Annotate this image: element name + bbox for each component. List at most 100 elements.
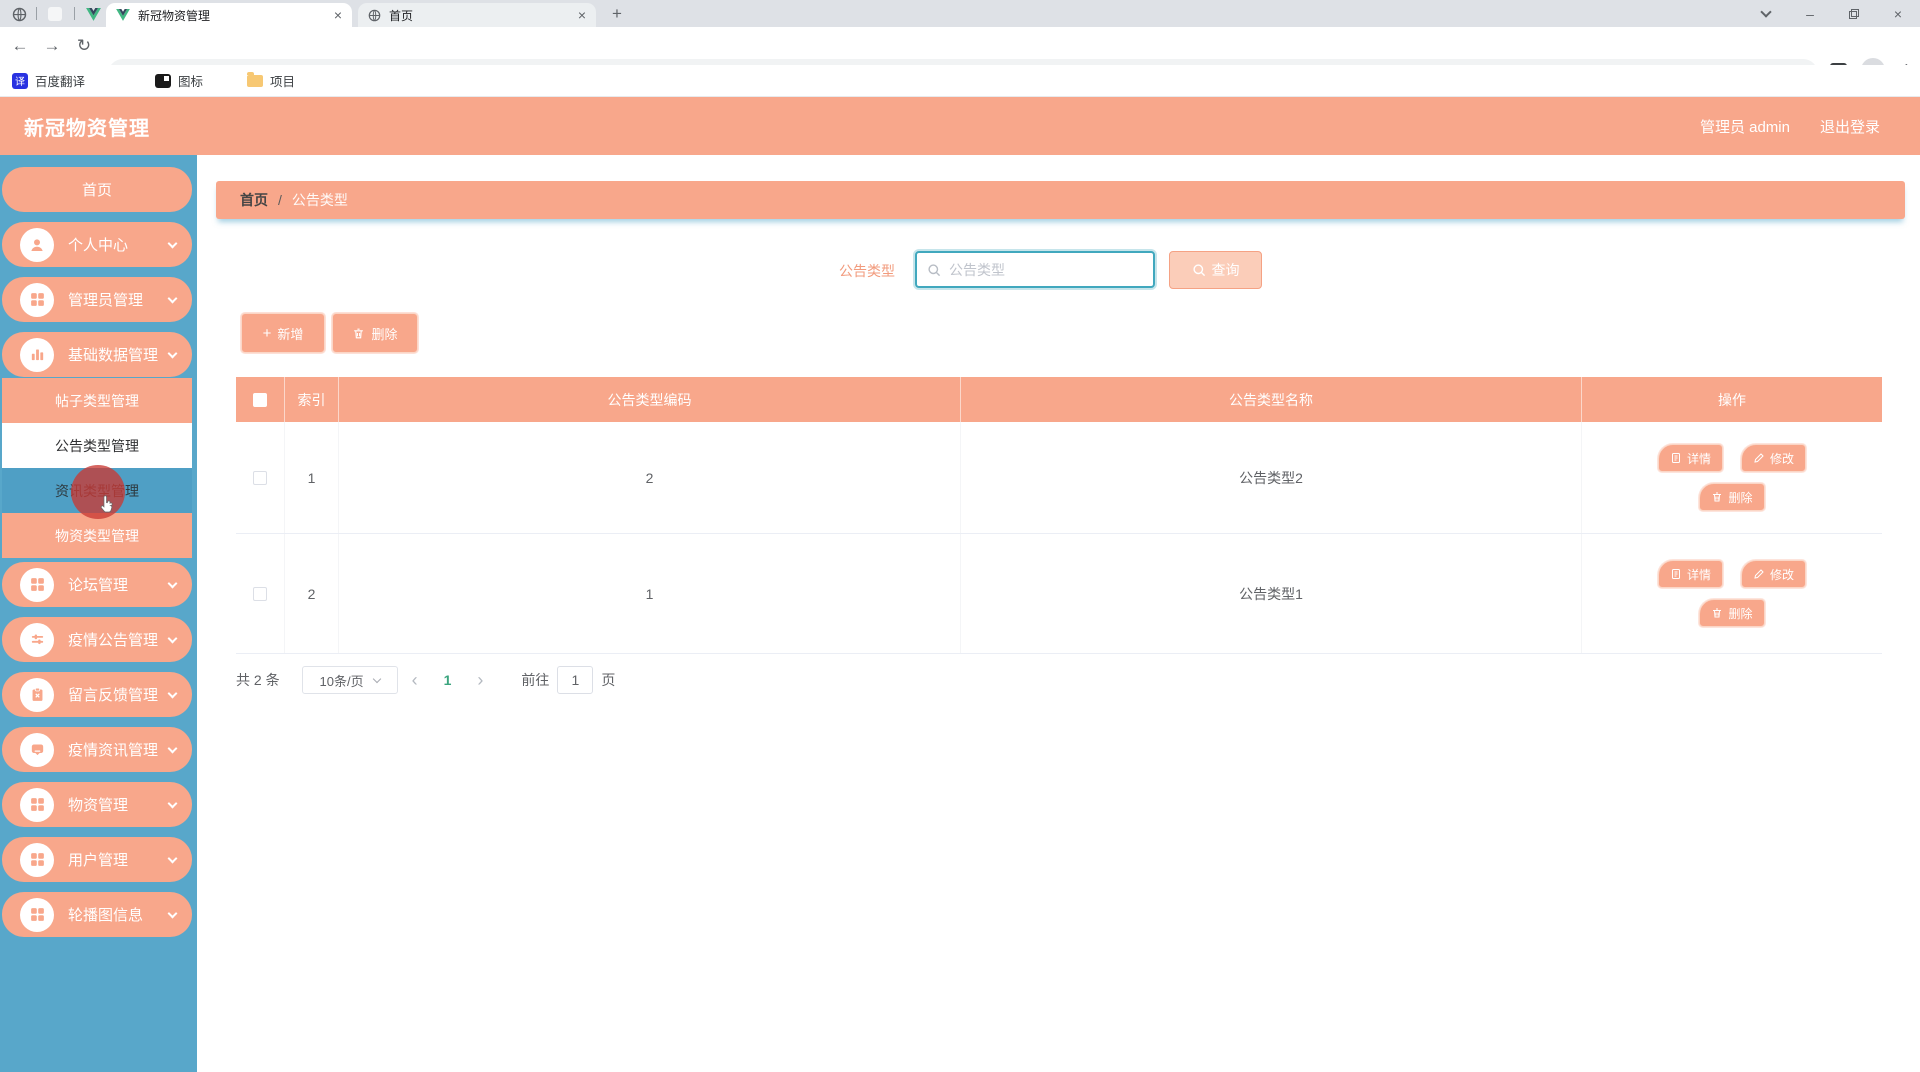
cell-index: 1 xyxy=(285,422,339,533)
logout-button[interactable]: 退出登录 xyxy=(1820,116,1880,137)
app-header: 新冠物资管理 管理员 admin 退出登录 xyxy=(0,97,1920,155)
prev-page-button[interactable]: ‹ xyxy=(398,670,432,691)
new-tab-button[interactable]: + xyxy=(612,4,622,24)
window-close-button[interactable]: × xyxy=(1876,0,1920,27)
row-delete-button[interactable]: 删除 xyxy=(1699,599,1765,627)
restore-icon xyxy=(1849,8,1859,19)
submenu-item-material-type[interactable]: 物资类型管理 xyxy=(2,513,192,558)
search-input-wrapper xyxy=(915,251,1155,288)
query-button[interactable]: 查询 xyxy=(1169,251,1262,289)
table-row: 2 1 公告类型1 详情 修改 删除 xyxy=(236,534,1882,654)
browser-tab-active[interactable]: 新冠物资管理 × xyxy=(106,3,352,27)
app-title: 新冠物资管理 xyxy=(24,117,150,140)
current-page[interactable]: 1 xyxy=(432,672,464,688)
page-unit-label: 页 xyxy=(601,672,616,688)
goto-page-input[interactable] xyxy=(557,666,594,694)
row-delete-button[interactable]: 删除 xyxy=(1699,483,1765,511)
chevron-down-icon xyxy=(167,798,178,808)
pagination: 共 2 条 10条/页 ‹ 1 › 前往 页 xyxy=(236,662,615,698)
search-icon xyxy=(1192,264,1205,277)
forward-button[interactable]: → xyxy=(40,34,64,58)
chevron-down-icon xyxy=(167,293,178,303)
chevron-down-icon xyxy=(167,238,178,248)
window-restore-button[interactable] xyxy=(1832,0,1876,27)
sidebar-item-user-management[interactable]: 用户管理 xyxy=(2,837,192,882)
chevron-down-icon xyxy=(372,674,381,683)
search-icon xyxy=(927,263,941,277)
globe-icon xyxy=(12,7,26,21)
table-row: 1 2 公告类型2 详情 修改 删除 xyxy=(236,422,1882,534)
next-page-button[interactable]: › xyxy=(463,670,497,691)
reload-button[interactable]: ↻ xyxy=(72,34,96,58)
back-button[interactable]: ← xyxy=(8,34,32,58)
bookmarks-bar: 译 百度翻译 图标 项目 xyxy=(0,65,1920,97)
logged-in-user: 管理员 admin xyxy=(1699,118,1790,136)
row-checkbox[interactable] xyxy=(253,586,267,601)
search-field-label: 公告类型 xyxy=(839,263,895,279)
bookmark-baidu-translate[interactable]: 译 百度翻译 xyxy=(12,71,85,90)
cell-name: 公告类型2 xyxy=(961,422,1582,533)
chevron-down-icon xyxy=(167,578,178,588)
search-input[interactable] xyxy=(949,261,1153,278)
cell-index: 2 xyxy=(285,534,339,653)
submenu-item-notice-type-active[interactable]: 公告类型管理 xyxy=(2,423,192,468)
add-button[interactable]: + 新增 xyxy=(241,313,325,353)
header-operations: 操作 xyxy=(1718,391,1746,408)
chevron-down-icon xyxy=(167,688,178,698)
select-all-checkbox[interactable] xyxy=(253,392,267,407)
user-icon xyxy=(20,227,54,262)
detail-button[interactable]: 详情 xyxy=(1657,444,1723,472)
breadcrumb: 首页 / 公告类型 xyxy=(216,181,1905,219)
tab-title: 首页 xyxy=(389,8,414,23)
window-minimize-button[interactable]: – xyxy=(1788,0,1832,27)
cell-code: 2 xyxy=(339,422,961,533)
chevron-down-icon xyxy=(167,633,178,643)
sidebar-item-carousel-info[interactable]: 轮播图信息 xyxy=(2,892,192,937)
hand-cursor-icon xyxy=(100,495,113,513)
trash-icon xyxy=(1713,492,1722,502)
pinned-tab-blank[interactable] xyxy=(46,5,64,23)
browser-tab-strip: 新冠物资管理 × 首页 × + – × xyxy=(0,0,1920,27)
chevron-down-icon xyxy=(167,853,178,863)
bookmark-project-folder[interactable]: 项目 xyxy=(247,71,295,90)
sidebar-item-material-management[interactable]: 物资管理 xyxy=(2,782,192,827)
submenu-item-post-type[interactable]: 帖子类型管理 xyxy=(2,378,192,423)
tab-close-icon[interactable]: × xyxy=(334,8,342,22)
vue-icon xyxy=(116,9,130,21)
bookmark-icons[interactable]: 图标 xyxy=(155,71,203,90)
grid-icon xyxy=(20,282,54,317)
sidebar-item-home[interactable]: 首页 xyxy=(2,167,192,212)
tab-close-icon[interactable]: × xyxy=(578,8,586,22)
pinned-tab-vue[interactable] xyxy=(84,5,102,23)
trash-icon xyxy=(354,328,364,338)
window-menu-chevron[interactable] xyxy=(1744,0,1788,27)
edit-button[interactable]: 修改 xyxy=(1741,560,1807,588)
tab-divider xyxy=(74,7,75,20)
goto-label: 前往 xyxy=(521,672,550,688)
translate-icon: 译 xyxy=(12,72,28,89)
sidebar-item-admin-management[interactable]: 管理员管理 xyxy=(2,277,192,322)
sidebar-item-epidemic-notice-management[interactable]: 疫情公告管理 xyxy=(2,617,192,662)
breadcrumb-separator: / xyxy=(278,192,282,208)
chevron-down-icon xyxy=(1760,5,1772,18)
pinned-tab-globe[interactable] xyxy=(10,5,28,23)
sidebar-item-feedback-management[interactable]: 留言反馈管理 xyxy=(2,672,192,717)
sidebar-item-forum-management[interactable]: 论坛管理 xyxy=(2,562,192,607)
vue-icon xyxy=(85,7,101,21)
dark-bookmark-icon xyxy=(155,73,172,88)
row-checkbox[interactable] xyxy=(253,470,267,485)
edit-button[interactable]: 修改 xyxy=(1741,444,1807,472)
chevron-down-icon xyxy=(167,908,178,918)
sidebar-item-epidemic-news-management[interactable]: 疫情资讯管理 xyxy=(2,727,192,772)
pencil-icon xyxy=(1754,453,1764,463)
breadcrumb-home[interactable]: 首页 xyxy=(240,190,268,210)
delete-button[interactable]: 删除 xyxy=(332,313,418,353)
sidebar-item-personal-center[interactable]: 个人中心 xyxy=(2,222,192,267)
plus-icon: + xyxy=(262,324,272,342)
chevron-down-icon xyxy=(167,348,178,358)
page-size-select[interactable]: 10条/页 xyxy=(301,666,398,694)
detail-button[interactable]: 详情 xyxy=(1657,560,1723,588)
sidebar-item-basic-data-management[interactable]: 基础数据管理 xyxy=(2,332,192,377)
browser-tab-inactive[interactable]: 首页 × xyxy=(358,3,596,27)
tab-title: 新冠物资管理 xyxy=(138,8,211,23)
